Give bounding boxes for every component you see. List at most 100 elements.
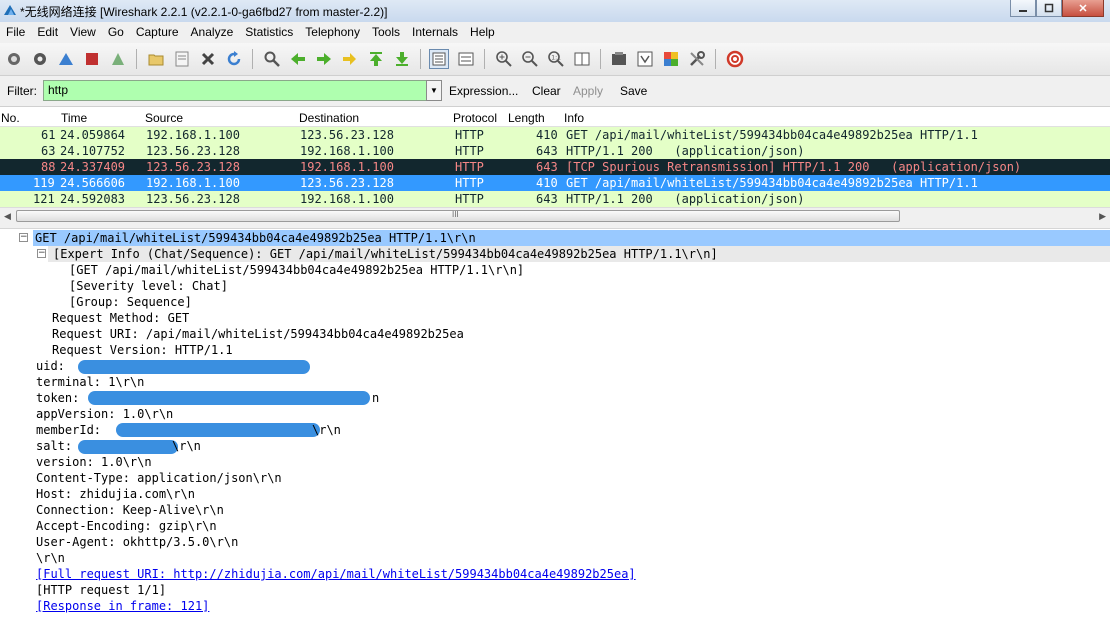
pane-splitter[interactable] (0, 224, 1110, 229)
detail-request-uri[interactable]: Request URI: /api/mail/whiteList/599434b… (52, 326, 464, 342)
interfaces-icon[interactable] (5, 50, 23, 68)
close-icon: ✕ (1078, 2, 1088, 15)
detail-group[interactable]: [Group: Sequence] (69, 294, 192, 310)
column-header-protocol[interactable]: Protocol (453, 111, 497, 125)
svg-text:1:1: 1:1 (551, 55, 561, 62)
go-to-packet-icon[interactable] (341, 50, 359, 68)
detail-expert-info[interactable]: [Expert Info (Chat/Sequence): GET /api/m… (53, 246, 718, 262)
go-back-icon[interactable] (289, 50, 307, 68)
menu-internals[interactable]: Internals (406, 22, 464, 43)
resize-columns-icon[interactable] (573, 50, 591, 68)
go-forward-icon[interactable] (315, 50, 333, 68)
restart-capture-icon[interactable] (109, 50, 127, 68)
menu-go[interactable]: Go (102, 22, 130, 43)
save-file-icon[interactable] (173, 50, 191, 68)
menu-view[interactable]: View (64, 22, 102, 43)
column-header-info[interactable]: Info (564, 111, 584, 125)
help-icon[interactable] (726, 50, 744, 68)
packet-info: [TCP Spurious Retransmission] HTTP/1.1 2… (566, 160, 1022, 174)
zoom-out-icon[interactable] (521, 50, 539, 68)
detail-request-line[interactable]: GET /api/mail/whiteList/599434bb04ca4e49… (35, 230, 476, 246)
packet-row[interactable]: 88 24.337409 123.56.23.128 192.168.1.100… (0, 159, 1110, 175)
collapse-icon[interactable]: − (19, 233, 28, 242)
packet-row[interactable]: 63 24.107752 123.56.23.128 192.168.1.100… (0, 143, 1110, 159)
packet-no: 88 (41, 160, 56, 174)
normal-size-icon[interactable]: 1:1 (547, 50, 565, 68)
detail-token[interactable]: token: (36, 390, 79, 406)
column-header-destination[interactable]: Destination (299, 111, 359, 125)
filter-toolbar: Filter: http ▼ Expression... Clear Apply… (0, 76, 1110, 107)
detail-full-request-uri-link[interactable]: [Full request URI: http://zhidujia.com/a… (36, 566, 636, 582)
menu-statistics[interactable]: Statistics (239, 22, 299, 43)
detail-app-version[interactable]: appVersion: 1.0\r\n (36, 406, 173, 422)
start-capture-icon[interactable] (57, 50, 75, 68)
scroll-right-icon[interactable]: ▶ (1099, 211, 1106, 222)
detail-request-version[interactable]: Request Version: HTTP/1.1 (52, 342, 233, 358)
detail-http-request-count[interactable]: [HTTP request 1/1] (36, 582, 166, 598)
close-button[interactable]: ✕ (1062, 0, 1104, 17)
capture-options-icon[interactable] (31, 50, 49, 68)
menu-tools[interactable]: Tools (366, 22, 406, 43)
column-header-time[interactable]: Time (61, 111, 87, 125)
colorize-list-icon[interactable] (429, 49, 449, 69)
preferences-icon[interactable] (688, 50, 706, 68)
packet-source: 192.168.1.100 (146, 176, 240, 190)
reload-icon[interactable] (225, 50, 243, 68)
detail-response-frame-link[interactable]: [Response in frame: 121] (36, 598, 209, 614)
column-header-no[interactable]: No. (1, 111, 20, 125)
coloring-rules-icon[interactable] (662, 50, 680, 68)
detail-header-accept-encoding[interactable]: Accept-Encoding: gzip\r\n (36, 518, 217, 534)
column-header-length[interactable]: Length (508, 111, 545, 125)
detail-request-method[interactable]: Request Method: GET (52, 310, 189, 326)
zoom-in-icon[interactable] (495, 50, 513, 68)
packet-row-selected[interactable]: 119 24.566606 192.168.1.100 123.56.23.12… (0, 175, 1110, 191)
menu-file[interactable]: File (0, 22, 31, 43)
detail-header-host[interactable]: Host: zhidujia.com\r\n (36, 486, 195, 502)
packet-protocol: HTTP (455, 128, 484, 142)
maximize-button[interactable] (1036, 0, 1062, 17)
auto-scroll-icon[interactable] (457, 50, 475, 68)
detail-header-content-type[interactable]: Content-Type: application/json\r\n (36, 470, 282, 486)
find-packet-icon[interactable] (263, 50, 281, 68)
menu-capture[interactable]: Capture (130, 22, 185, 43)
detail-severity-level[interactable]: [Severity level: Chat] (69, 278, 228, 294)
toolbar-separator (136, 49, 137, 69)
first-packet-icon[interactable] (367, 50, 385, 68)
detail-salt[interactable]: salt: (36, 438, 72, 454)
capture-filters-icon[interactable] (610, 50, 628, 68)
display-filter-input[interactable]: http (43, 80, 427, 101)
detail-expert-child[interactable]: [GET /api/mail/whiteList/599434bb04ca4e4… (69, 262, 524, 278)
display-filters-icon[interactable] (636, 50, 654, 68)
packet-time: 24.107752 (60, 144, 126, 158)
close-file-icon[interactable] (199, 50, 217, 68)
packet-row[interactable]: 121 24.592083 123.56.23.128 192.168.1.10… (0, 191, 1110, 207)
filter-history-dropdown[interactable]: ▼ (426, 80, 442, 101)
menu-help[interactable]: Help (464, 22, 501, 43)
packet-protocol: HTTP (455, 160, 484, 174)
menu-analyze[interactable]: Analyze (185, 22, 240, 43)
menu-edit[interactable]: Edit (31, 22, 64, 43)
detail-header-terminator[interactable]: \r\n (36, 550, 65, 566)
column-header-source[interactable]: Source (145, 111, 183, 125)
last-packet-icon[interactable] (393, 50, 411, 68)
detail-member-id[interactable]: memberId: (36, 422, 101, 438)
menu-telephony[interactable]: Telephony (299, 22, 366, 43)
detail-header-user-agent[interactable]: User-Agent: okhttp/3.5.0\r\n (36, 534, 238, 550)
apply-filter-button[interactable]: Apply (573, 84, 603, 98)
expression-button[interactable]: Expression... (449, 84, 518, 98)
toolbar-separator (252, 49, 253, 69)
detail-uid[interactable]: uid: (36, 358, 65, 374)
open-file-icon[interactable] (147, 50, 165, 68)
collapse-icon[interactable]: − (37, 249, 46, 258)
packet-row[interactable]: 61 24.059864 192.168.1.100 123.56.23.128… (0, 127, 1110, 143)
filter-label: Filter: (7, 84, 37, 98)
detail-header-connection[interactable]: Connection: Keep-Alive\r\n (36, 502, 224, 518)
clear-filter-button[interactable]: Clear (532, 84, 561, 98)
packet-list-hscrollbar[interactable]: ◀ III ▶ (0, 207, 1110, 224)
detail-terminal[interactable]: terminal: 1\r\n (36, 374, 144, 390)
save-filter-button[interactable]: Save (620, 84, 647, 98)
scroll-left-icon[interactable]: ◀ (4, 211, 11, 222)
stop-capture-icon[interactable] (83, 50, 101, 68)
minimize-button[interactable] (1010, 0, 1036, 17)
detail-header-version[interactable]: version: 1.0\r\n (36, 454, 152, 470)
